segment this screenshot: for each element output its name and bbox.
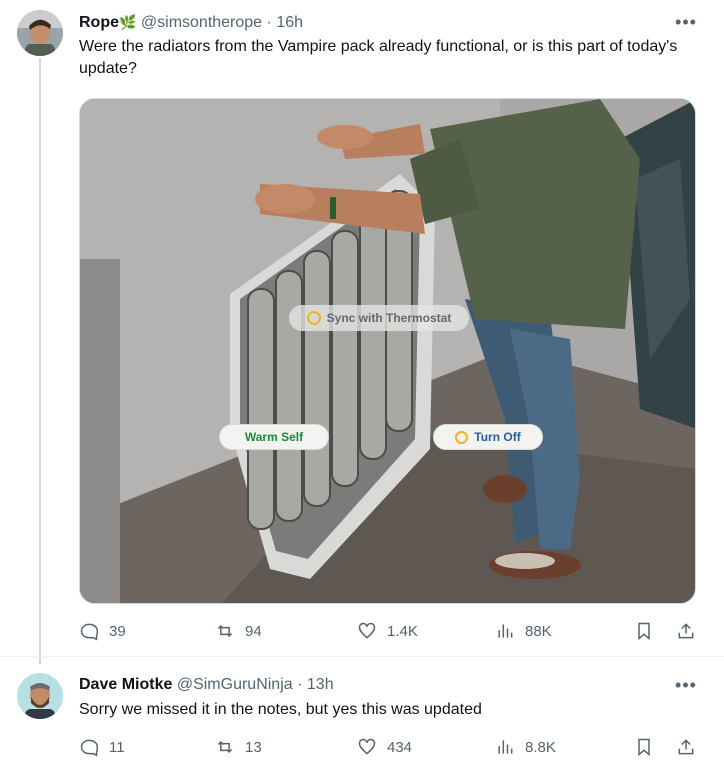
like-button[interactable]: 1.4K bbox=[357, 621, 418, 641]
reply-button[interactable]: 11 bbox=[79, 737, 125, 757]
tweet-original[interactable]: Rope🌿 @simsontherope · 16h ••• Were the … bbox=[0, 0, 724, 664]
views-button[interactable]: 8.8K bbox=[495, 737, 556, 757]
more-icon[interactable]: ••• bbox=[675, 12, 696, 32]
views-icon bbox=[498, 740, 513, 754]
share-icon bbox=[678, 739, 694, 755]
tweet-actions: 11 13 434 8.8K bbox=[79, 737, 703, 757]
separator-dot: · bbox=[266, 14, 272, 31]
author-name[interactable]: Rope bbox=[79, 14, 119, 31]
tweet-actions: 39 94 1.4K 88K bbox=[79, 621, 703, 641]
turn-off-icon bbox=[455, 430, 469, 444]
like-icon bbox=[358, 738, 376, 755]
reply-count: 11 bbox=[109, 738, 125, 756]
repost-button[interactable]: 13 bbox=[215, 737, 262, 757]
sync-icon bbox=[306, 311, 321, 325]
turn-off-label: Turn Off bbox=[474, 430, 521, 444]
author-handle[interactable]: @simsontherope bbox=[141, 14, 262, 31]
repost-count: 13 bbox=[245, 738, 262, 756]
views-icon bbox=[498, 624, 513, 638]
separator-dot: · bbox=[297, 676, 303, 693]
tweet-header: Rope🌿 @simsontherope · 16h bbox=[79, 12, 303, 33]
views-count: 88K bbox=[525, 622, 552, 640]
share-button[interactable] bbox=[676, 621, 696, 641]
tweet-media-image[interactable]: Sync with Thermostat Warm Self Turn Off bbox=[79, 98, 696, 604]
avatar-rope[interactable] bbox=[17, 10, 63, 56]
more-icon[interactable]: ••• bbox=[675, 675, 696, 695]
turn-off-button[interactable]: Turn Off bbox=[433, 424, 543, 450]
like-button[interactable]: 434 bbox=[357, 737, 412, 757]
tweet-text: Sorry we missed it in the notes, but yes… bbox=[79, 701, 482, 718]
tweet-reply[interactable]: Dave Miotke @SimGuruNinja · 13h ••• Sorr… bbox=[0, 656, 724, 764]
reply-button[interactable]: 39 bbox=[79, 621, 126, 641]
repost-count: 94 bbox=[245, 622, 262, 640]
like-icon bbox=[358, 622, 376, 639]
sync-thermostat-button[interactable]: Sync with Thermostat bbox=[289, 305, 469, 331]
game-screenshot bbox=[80, 99, 695, 603]
tweet-header: Dave Miotke @SimGuruNinja · 13h bbox=[79, 675, 334, 695]
repost-icon bbox=[217, 740, 233, 754]
like-count: 434 bbox=[387, 738, 413, 756]
repost-icon bbox=[217, 624, 233, 638]
avatar-dave[interactable] bbox=[17, 673, 63, 719]
like-count: 1.4K bbox=[387, 622, 418, 640]
tweet-time[interactable]: 16h bbox=[276, 14, 303, 31]
bookmark-button[interactable] bbox=[634, 621, 654, 641]
tweet-time[interactable]: 13h bbox=[307, 676, 334, 693]
warm-self-label: Warm Self bbox=[244, 430, 304, 444]
reply-icon bbox=[80, 739, 99, 757]
repost-button[interactable]: 94 bbox=[215, 621, 262, 641]
bookmark-icon bbox=[638, 622, 650, 641]
leaf-emoji: 🌿 bbox=[119, 14, 137, 30]
share-icon bbox=[678, 623, 694, 639]
sync-thermostat-label: Sync with Thermostat bbox=[326, 311, 452, 325]
views-count: 8.8K bbox=[525, 738, 556, 756]
bookmark-icon bbox=[638, 738, 650, 757]
author-handle[interactable]: @SimGuruNinja bbox=[177, 676, 293, 693]
reply-count: 39 bbox=[109, 622, 126, 640]
tweet-text: Were the radiators from the Vampire pack… bbox=[79, 38, 678, 77]
warm-self-button[interactable]: Warm Self bbox=[219, 424, 329, 450]
views-button[interactable]: 88K bbox=[495, 621, 552, 641]
thread-line bbox=[39, 58, 41, 664]
reply-icon bbox=[80, 623, 99, 641]
share-button[interactable] bbox=[676, 737, 696, 757]
author-name[interactable]: Dave Miotke bbox=[79, 676, 172, 693]
bookmark-button[interactable] bbox=[634, 737, 654, 757]
